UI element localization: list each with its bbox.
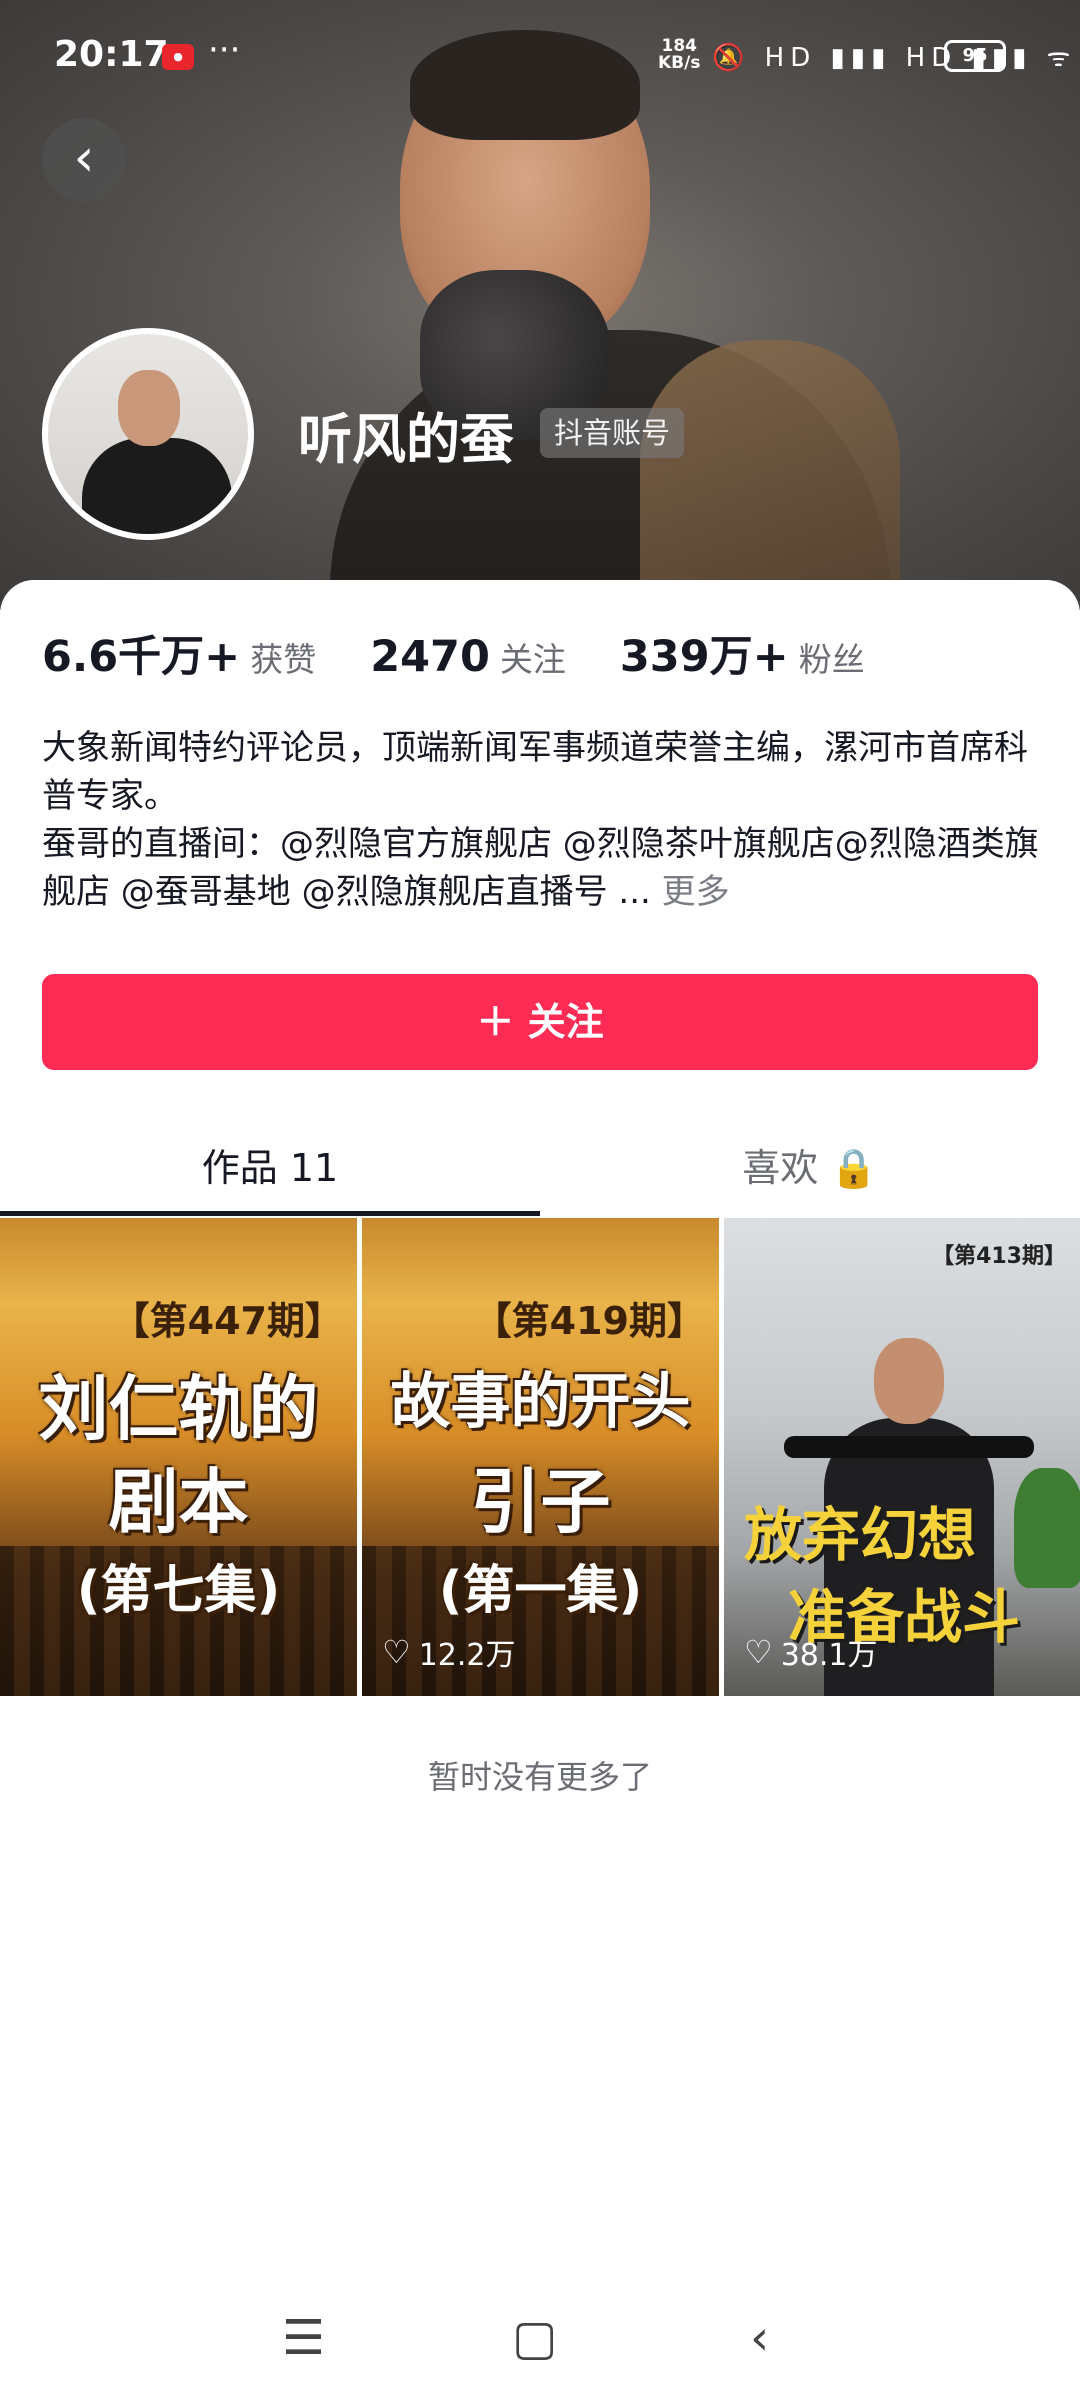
avatar[interactable] (42, 328, 254, 540)
video-thumbnail[interactable]: 【第419期】 故事的开头 引子 (第一集) ♡ 12.2万 (362, 1218, 719, 1696)
stat-likes: 6.6千万+ 获赞 (42, 622, 316, 684)
recording-icon: ● (162, 44, 194, 70)
signal-icons: 🔕 HD ▮▮▮ HD ▮▮▮ ᯤ (712, 43, 1077, 73)
video-title-line: 故事的开头 (390, 1367, 691, 1437)
stat-following-value: 2470 (370, 632, 490, 682)
video-episode: 【第419期】 (473, 1299, 705, 1343)
video-episode: 【第413期】 (932, 1244, 1066, 1269)
bio-line-text: 蚕哥的直播间：@烈隐官方旗舰店 @烈隐茶叶旗舰店@烈隐酒类旗舰店 @蚕哥基地 @… (42, 824, 1039, 912)
video-like-count-value: 38.1万 (780, 1638, 878, 1673)
account-type-badge: 抖音账号 (540, 408, 685, 458)
stat-following[interactable]: 2470 关注 (370, 632, 566, 682)
battery-icon: 95 (944, 40, 1006, 72)
content-tabs: 作品 11 喜欢 🔒 (0, 1120, 1080, 1216)
bio-line: 大象新闻特约评论员，顶端新闻军事频道荣誉主编，漯河市首席科普专家。 (42, 728, 1028, 816)
menu-icon[interactable]: ☰ (282, 2310, 325, 2366)
video-title-line: (第七集) (76, 1561, 281, 1621)
status-time: 20:17 (54, 34, 169, 75)
back-button[interactable]: ‹ (42, 118, 126, 202)
avatar-figure-body (82, 438, 232, 534)
profile-bio: 大象新闻特约评论员，顶端新闻军事频道荣誉主编，漯河市首席科普专家。 蚕哥的直播间… (42, 724, 1042, 916)
profile-stats: 6.6千万+ 获赞 2470 关注 339万+ 粉丝 (42, 622, 919, 682)
video-title-line: 放弃幻想 (744, 1501, 977, 1569)
thumbnail-plant (1014, 1468, 1080, 1588)
stat-likes-value: 6.6千万+ (42, 632, 241, 682)
thumbnail-person-head (874, 1338, 944, 1424)
stat-following-label: 关注 (499, 640, 566, 679)
tab-likes[interactable]: 喜欢 🔒 (540, 1120, 1080, 1216)
heart-icon: ♡ (382, 1633, 411, 1671)
video-thumbnail[interactable]: 【第413期】 放弃幻想 准备战斗 ♡ 38.1万 (724, 1218, 1080, 1696)
video-grid: 【第447期】 刘仁轨的 剧本 (第七集) 【第419期】 故事的开头 引子 (… (0, 1218, 1080, 1696)
bio-more-link[interactable]: 更多 (662, 872, 730, 912)
video-like-count-value: 12.2万 (418, 1638, 516, 1673)
status-bar: 20:17 ● ··· 184 KB/s 🔕 HD ▮▮▮ HD ▮▮▮ ᯤ 9… (0, 0, 1080, 110)
thumbnail-sword-prop (784, 1436, 1034, 1458)
video-title-line: 刘仁轨的 (38, 1368, 319, 1450)
video-thumbnail[interactable]: 【第447期】 刘仁轨的 剧本 (第七集) (0, 1218, 357, 1696)
cover-figure-shoulder (640, 340, 900, 610)
stat-followers-label: 粉丝 (798, 640, 865, 679)
video-episode: 【第447期】 (111, 1299, 343, 1343)
chevron-left-icon: ‹ (73, 128, 95, 188)
heart-icon: ♡ (744, 1633, 773, 1671)
network-speed-unit: KB/s (658, 53, 701, 73)
home-icon[interactable]: ▢ (512, 2310, 557, 2366)
stat-followers-value: 339万+ (619, 632, 789, 682)
video-like-count: ♡ 12.2万 (382, 1630, 515, 1674)
system-nav-bar: ☰ ▢ ‹ (0, 2290, 1080, 2390)
tab-indicator (0, 1211, 540, 1216)
video-title-line: 引子 (470, 1461, 611, 1543)
bio-line: 蚕哥的直播间：@烈隐官方旗舰店 @烈隐茶叶旗舰店@烈隐酒类旗舰店 @蚕哥基地 @… (42, 820, 1042, 916)
back-icon[interactable]: ‹ (750, 2310, 769, 2366)
profile-name: 听风的蚕 (298, 408, 514, 471)
follow-button[interactable]: ＋ 关注 (42, 974, 1038, 1070)
avatar-figure-head (118, 370, 180, 446)
end-of-list-text: 暂时没有更多了 (427, 1758, 652, 1796)
network-speed: 184 KB/s (658, 38, 700, 72)
stat-likes-label: 获赞 (250, 640, 317, 679)
video-like-count: ♡ 38.1万 (744, 1630, 877, 1674)
video-title-line: (第一集) (438, 1561, 643, 1621)
video-title-line: 剧本 (108, 1461, 249, 1543)
stat-followers[interactable]: 339万+ 粉丝 (620, 622, 865, 684)
more-notifications-icon: ··· (208, 30, 241, 70)
tab-works[interactable]: 作品 11 (0, 1120, 540, 1216)
